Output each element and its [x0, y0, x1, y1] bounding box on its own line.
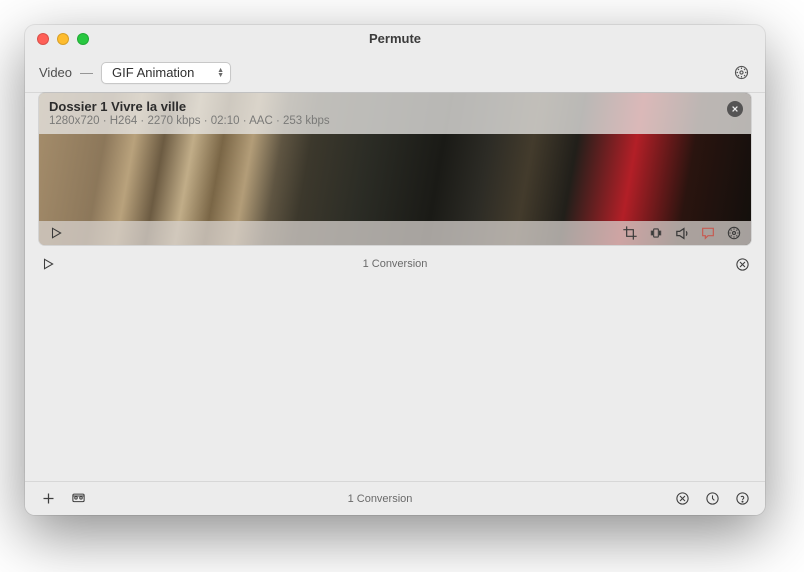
help-icon — [735, 491, 750, 506]
start-button[interactable] — [39, 255, 57, 273]
window-title: Permute — [25, 31, 765, 46]
crop-icon — [622, 225, 638, 241]
cancel-icon — [675, 491, 690, 506]
minimize-window-button[interactable] — [57, 33, 69, 45]
history-button[interactable] — [703, 490, 721, 508]
item-metadata: 1280x720 · H264 · 2270 kbps · 02:10 · AA… — [49, 115, 721, 127]
preset-settings-button[interactable] — [731, 63, 751, 83]
preset-select-value: GIF Animation — [112, 65, 194, 80]
item-title: Dossier 1 Vivre la ville — [49, 99, 721, 114]
app-window: Permute Video — GIF Animation ▲▼ Dossier… — [25, 25, 765, 515]
titlebar: Permute — [25, 25, 765, 53]
cancel-icon — [735, 257, 750, 272]
content-area: Dossier 1 Vivre la ville 1280x720 · H264… — [25, 93, 765, 245]
status-row: 1 Conversion — [25, 245, 765, 275]
preset-select[interactable]: GIF Animation ▲▼ — [101, 62, 231, 84]
window-controls — [25, 33, 89, 45]
status-label: 1 Conversion — [57, 258, 733, 270]
close-icon — [731, 105, 739, 113]
remove-item-button[interactable] — [727, 101, 743, 117]
empty-area — [25, 275, 765, 481]
cancel-button[interactable] — [733, 255, 751, 273]
clear-all-button[interactable] — [673, 490, 691, 508]
device-button[interactable] — [69, 490, 87, 508]
gear-icon — [733, 64, 750, 81]
item-header: Dossier 1 Vivre la ville 1280x720 · H264… — [39, 93, 751, 134]
trim-icon — [647, 226, 665, 240]
trim-button[interactable] — [647, 224, 665, 242]
toolbar: Video — GIF Animation ▲▼ — [25, 53, 765, 93]
bottom-bar: 1 Conversion — [25, 481, 765, 515]
play-icon — [41, 257, 55, 271]
gear-icon — [726, 225, 742, 241]
device-icon — [70, 491, 87, 506]
conversion-item[interactable]: Dossier 1 Vivre la ville 1280x720 · H264… — [39, 93, 751, 245]
bottom-status-label: 1 Conversion — [99, 493, 661, 505]
volume-button[interactable] — [673, 224, 691, 242]
play-icon — [49, 226, 63, 240]
speaker-icon — [674, 225, 691, 242]
clock-icon — [705, 491, 720, 506]
help-button[interactable] — [733, 490, 751, 508]
subtitles-button[interactable] — [699, 224, 717, 242]
item-toolbar — [39, 221, 751, 245]
plus-icon — [41, 491, 56, 506]
crop-button[interactable] — [621, 224, 639, 242]
close-window-button[interactable] — [37, 33, 49, 45]
category-label: Video — [39, 65, 72, 80]
item-settings-button[interactable] — [725, 224, 743, 242]
stepper-icon: ▲▼ — [217, 68, 224, 78]
chat-icon — [700, 225, 716, 241]
item-play-button[interactable] — [47, 224, 65, 242]
zoom-window-button[interactable] — [77, 33, 89, 45]
separator: — — [80, 65, 93, 80]
add-button[interactable] — [39, 490, 57, 508]
